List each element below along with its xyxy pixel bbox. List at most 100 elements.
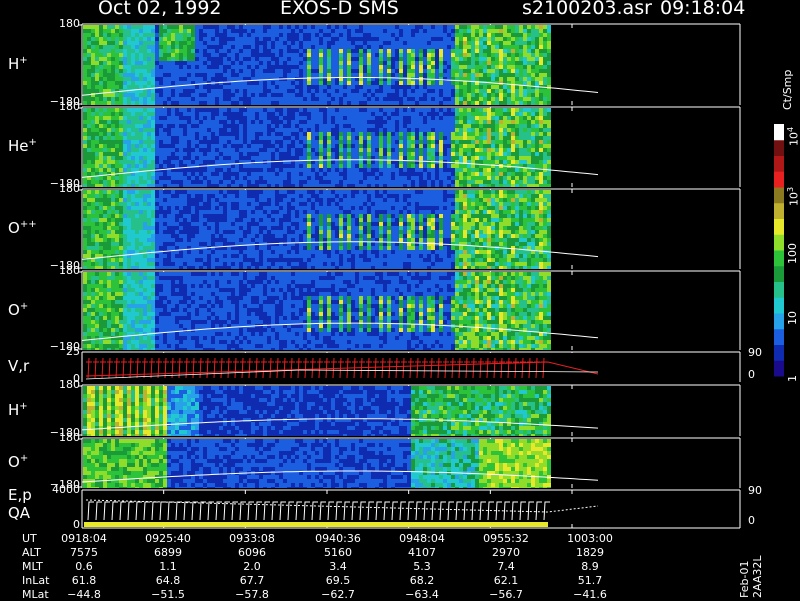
panel-label-sup: + <box>20 453 28 464</box>
footer-cell: −44.8 <box>56 588 112 601</box>
footer-cell: 6899 <box>140 546 196 559</box>
right-tick-top: 90 <box>748 346 762 359</box>
y-tick-top: 180 <box>40 182 80 195</box>
footer-cell: 67.7 <box>224 574 280 587</box>
footer-cell: 0955:32 <box>478 532 534 545</box>
footer-cell: −41.6 <box>562 588 618 601</box>
colorbar-tick-base: 10 <box>788 192 800 206</box>
footer-row: InLat 61.8 64.8 67.7 69.5 68.2 62.1 51.7 <box>0 574 740 587</box>
footer-row-name: InLat <box>22 574 49 587</box>
panel-label-text: He <box>8 137 29 155</box>
footer-row-name: ALT <box>22 546 41 559</box>
panel-7 <box>82 490 740 528</box>
footer-cell: −63.4 <box>394 588 450 601</box>
y-tick-bottom: 0 <box>20 518 80 531</box>
panel-label-text: O <box>8 453 20 471</box>
colorbar-tick: 103 <box>786 187 800 206</box>
footer-cell: 5160 <box>310 546 366 559</box>
footer-cell: 1829 <box>562 546 618 559</box>
footer-cell: 0948:04 <box>394 532 450 545</box>
footer-cell: 8.9 <box>562 560 618 573</box>
panel-0 <box>78 24 740 105</box>
footer-row: UT 0918:04 0925:40 0933:08 0940:36 0948:04 095… <box>0 532 740 545</box>
panel-label: He+ <box>8 137 37 155</box>
footer-side-label: Feb-01 2AA32L <box>738 536 764 598</box>
footer-cell: 4107 <box>394 546 450 559</box>
panel-label: H+ <box>8 55 28 73</box>
colorbar-tick-base: 100 <box>786 243 799 264</box>
footer-cell: 6096 <box>224 546 280 559</box>
footer-cell: 64.8 <box>140 574 196 587</box>
panel-label-text: H <box>8 401 19 419</box>
footer-cell: −62.7 <box>310 588 366 601</box>
footer-cell: 51.7 <box>562 574 618 587</box>
footer-cell: 1.1 <box>140 560 196 573</box>
colorbar-tick: 10 <box>786 311 799 325</box>
panel-5 <box>78 385 740 436</box>
footer-cell: 7575 <box>56 546 112 559</box>
footer-cell: −56.7 <box>478 588 534 601</box>
colorbar-tick-base: 10 <box>786 311 799 325</box>
panel-label: O+ <box>8 301 28 319</box>
y-tick-top: 180 <box>40 264 80 277</box>
spectrogram-plot <box>0 0 800 600</box>
colorbar-tick: 100 <box>786 243 799 264</box>
footer-row-name: MLT <box>22 560 43 573</box>
panel-label: O++ <box>8 219 37 237</box>
panel-label-sup: + <box>19 55 27 66</box>
panel-label-text: O <box>8 301 20 319</box>
panel-label-text: H <box>8 55 19 73</box>
footer-row: ALT 7575 6899 6096 5160 4107 2970 1829 <box>0 546 740 559</box>
footer-cell: 2.0 <box>224 560 280 573</box>
colorbar-tick-exp: 3 <box>786 187 795 192</box>
colorbar-unit: Ct/Smp <box>781 70 794 110</box>
footer-cell: 0933:08 <box>224 532 280 545</box>
panel-label-sup: + <box>19 401 27 412</box>
panel-1 <box>78 107 740 187</box>
footer-cell: 0918:04 <box>56 532 112 545</box>
y-tick-top: 25 <box>40 345 80 358</box>
footer-cell: 69.5 <box>310 574 366 587</box>
footer-cell: −57.8 <box>224 588 280 601</box>
footer-row: MLT0.61.12.03.45.37.48.9 <box>0 560 740 573</box>
footer-cell: 62.1 <box>478 574 534 587</box>
panel-label-text: E,p <box>8 486 32 504</box>
panel-label: E,p <box>8 486 32 504</box>
footer-cell: 68.2 <box>394 574 450 587</box>
qa-bar <box>84 522 548 527</box>
panel-label-text: O <box>8 219 20 237</box>
panel-label: H+ <box>8 401 28 419</box>
footer-cell: 0.6 <box>56 560 112 573</box>
right-tick-bottom: 0 <box>748 514 755 527</box>
footer-row: MLat−44.8−51.5−57.8−62.7−63.4−56.7−41.6 <box>0 588 740 601</box>
footer-cell: 0925:40 <box>140 532 196 545</box>
right-tick-bottom: 0 <box>748 368 755 381</box>
footer-cell: 5.3 <box>394 560 450 573</box>
y-tick-top: 4000 <box>40 483 80 496</box>
panel-2 <box>78 189 740 269</box>
footer-cell: −51.5 <box>140 588 196 601</box>
footer-cell: 2970 <box>478 546 534 559</box>
colorbar-tick: 1 <box>786 375 799 382</box>
panel-label-sup: + <box>29 137 37 148</box>
colorbar-tick-exp: 4 <box>786 127 795 132</box>
panel-label-sup: ++ <box>20 219 37 230</box>
footer-row-name: UT <box>22 532 37 545</box>
panel-3 <box>78 271 740 350</box>
y-tick-top: 180 <box>40 378 80 391</box>
footer-cell: 1003:00 <box>562 532 618 545</box>
footer-cell: 7.4 <box>478 560 534 573</box>
y-tick-top: 180 <box>40 100 80 113</box>
panel-label-sup: + <box>20 301 28 312</box>
right-tick-top: 90 <box>748 484 762 497</box>
footer-cell: 0940:36 <box>310 532 366 545</box>
colorbar-tick-base: 10 <box>788 132 800 146</box>
panel-6 <box>78 438 740 488</box>
colorbar-tick-base: 1 <box>786 375 799 382</box>
footer-cell: 61.8 <box>56 574 112 587</box>
panel-label: O+ <box>8 453 28 471</box>
y-tick-top: 180 <box>40 17 80 30</box>
panel-4 <box>82 352 740 382</box>
y-tick-top: 180 <box>40 431 80 444</box>
colorbar-tick: 104 <box>786 127 800 146</box>
